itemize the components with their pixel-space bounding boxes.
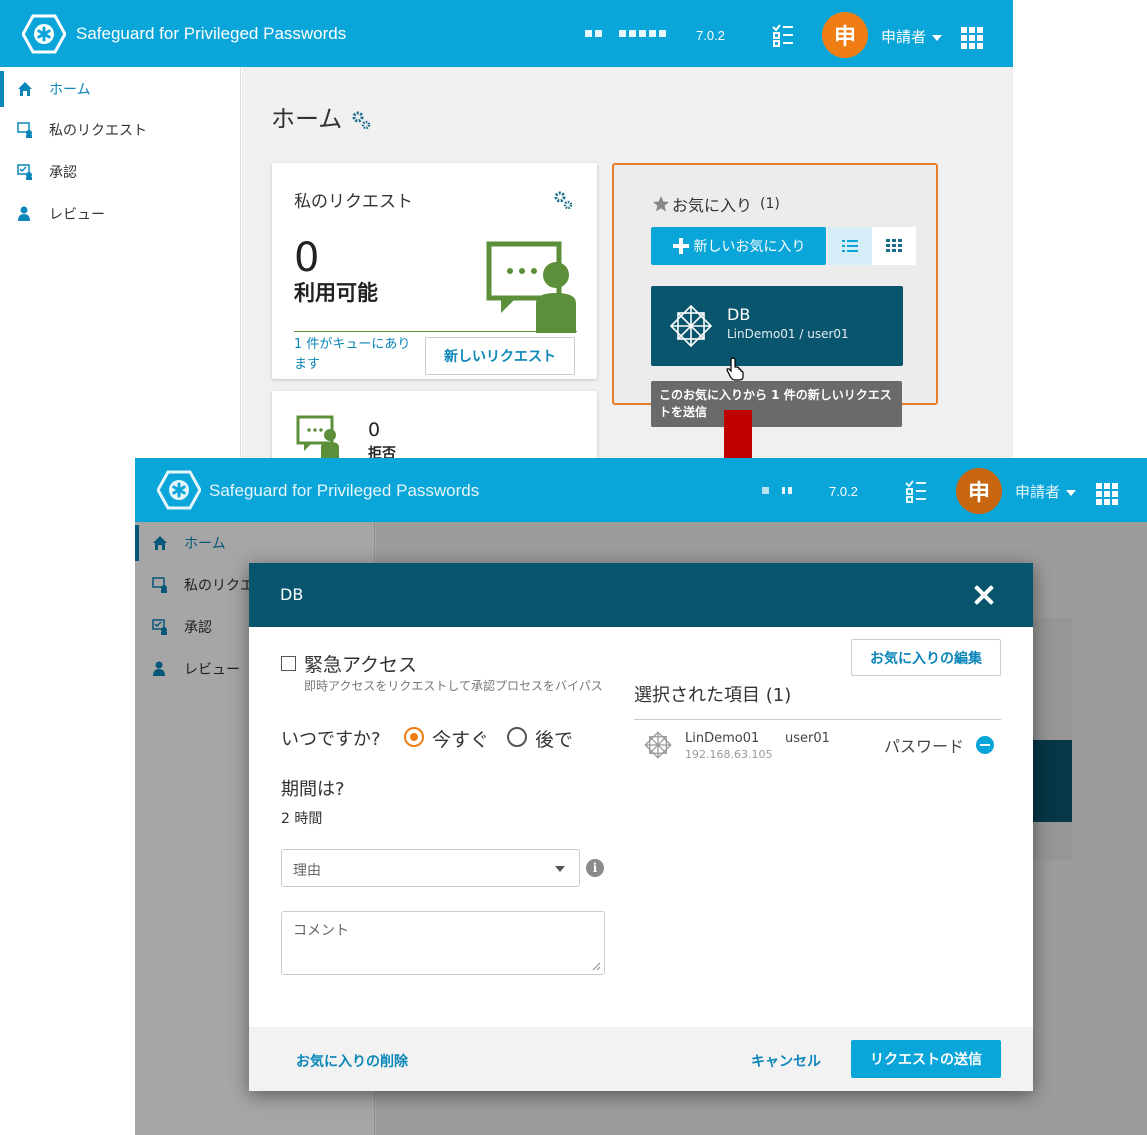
chevron-down-icon: [555, 866, 565, 872]
gear-icon[interactable]: [350, 109, 372, 131]
queue-status[interactable]: 1 件がキューにあります: [294, 335, 422, 375]
sidebar-item-label: 私のリクエスト: [49, 123, 147, 139]
blurred-text: [585, 30, 666, 37]
divider: [294, 331, 577, 332]
cancel-button[interactable]: キャンセル: [751, 1051, 821, 1071]
favorites-panel: お気に入り (1) 新しいお気に入り DB LinDemo01 / user01: [612, 163, 938, 405]
gear-icon[interactable]: [552, 189, 574, 211]
sidebar-item-label: 承認: [49, 165, 77, 181]
denied-illustration-icon: [296, 415, 339, 461]
now-radio[interactable]: [404, 727, 424, 747]
reason-placeholder: 理由: [293, 863, 321, 879]
my-requests-card: 私のリクエスト 0 利用可能 1 件がキューにあります 新しいリクエスト: [272, 163, 597, 379]
presenter-illustration-icon: [486, 241, 576, 333]
view-toggle: [828, 227, 916, 265]
sidebar-item-my-requests[interactable]: 私のリクエスト: [0, 112, 240, 148]
request-dialog: DB 緊急アクセス 即時アクセスをリクエストして承認プロセスをバイパス いつです…: [249, 563, 1033, 1091]
approvals-icon: [17, 164, 33, 180]
access-type: パスワード: [884, 737, 965, 756]
new-favorite-button[interactable]: 新しいお気に入り: [651, 227, 826, 265]
new-request-button[interactable]: 新しいリクエスト: [425, 337, 575, 375]
asset-icon: [669, 304, 713, 348]
top-bar: Safeguard for Privileged Passwords 7.0.2…: [135, 458, 1147, 522]
now-label: 今すぐ: [432, 729, 490, 751]
divider: [634, 719, 1001, 720]
app-title: Safeguard for Privileged Passwords: [76, 24, 347, 43]
caret-down-icon: [932, 34, 943, 41]
star-icon: [653, 196, 669, 212]
request-count: 0: [294, 235, 320, 281]
plus-icon: [672, 238, 689, 254]
front-window: Safeguard for Privileged Passwords 7.0.2…: [135, 458, 1147, 1135]
dialog-footer: お気に入りの削除 キャンセル リクエストの送信: [249, 1027, 1033, 1091]
delete-favorite-link[interactable]: お気に入りの削除: [296, 1051, 408, 1071]
user-avatar[interactable]: 申: [822, 12, 868, 58]
sidebar-item-label: ホーム: [49, 82, 91, 98]
reason-select[interactable]: 理由: [281, 849, 580, 887]
asset-icon: [644, 731, 672, 759]
dialog-header: DB: [249, 563, 1033, 627]
task-list-icon[interactable]: [905, 479, 927, 507]
comment-placeholder: コメント: [293, 923, 349, 939]
blurred-text: [762, 487, 792, 494]
user-name: 申請者: [881, 28, 927, 46]
info-icon[interactable]: i: [586, 859, 604, 877]
list-view-icon[interactable]: [828, 227, 872, 265]
my-requests-icon: [17, 122, 33, 138]
dialog-title: DB: [280, 585, 304, 604]
apps-grid-icon[interactable]: [1096, 483, 1118, 505]
duration-value[interactable]: 2 時間: [281, 808, 322, 828]
version-label: 7.0.2: [696, 28, 725, 43]
safeguard-logo-icon: [22, 14, 66, 54]
user-menu[interactable]: 申請者: [1015, 481, 1077, 502]
review-icon: [17, 206, 33, 222]
user-avatar[interactable]: 申: [956, 468, 1002, 514]
when-label: いつですか?: [281, 729, 381, 750]
home-icon: [17, 81, 33, 97]
comment-textarea[interactable]: コメント: [281, 911, 605, 975]
card-title: 私のリクエスト: [294, 192, 413, 212]
remove-item-icon[interactable]: [976, 736, 994, 754]
app-title: Safeguard for Privileged Passwords: [209, 481, 480, 500]
favorites-title: お気に入り (1): [652, 192, 780, 216]
user-menu[interactable]: 申請者: [881, 26, 943, 47]
favorite-account: LinDemo01 / user01: [727, 327, 849, 341]
sidebar-item-approvals[interactable]: 承認: [0, 154, 240, 190]
selected-items-label: 選択された項目 (1): [634, 685, 792, 706]
favorite-tile-db[interactable]: DB LinDemo01 / user01: [651, 286, 903, 366]
emergency-access-label: 緊急アクセス: [304, 654, 418, 676]
caret-down-icon: [1066, 489, 1077, 496]
mouse-pointer-icon: [726, 357, 744, 381]
emergency-access-checkbox[interactable]: [281, 656, 296, 671]
request-status: 利用可能: [294, 281, 378, 305]
denied-count: 0: [368, 419, 381, 441]
task-list-icon[interactable]: [772, 23, 794, 51]
emergency-access-hint: 即時アクセスをリクエストして承認プロセスをバイパス: [304, 679, 603, 693]
user-name: 申請者: [1015, 483, 1061, 501]
favorite-tooltip: このお気に入りから 1 件の新しいリクエストを送信: [651, 381, 902, 427]
safeguard-logo-icon: [157, 470, 201, 510]
resize-handle-icon[interactable]: [592, 962, 600, 970]
apps-grid-icon[interactable]: [961, 27, 983, 49]
submit-request-button[interactable]: リクエストの送信: [851, 1040, 1001, 1078]
close-icon[interactable]: [973, 584, 995, 606]
version-label: 7.0.2: [829, 484, 858, 499]
sidebar-item-review[interactable]: レビュー: [0, 196, 240, 232]
page-title: ホーム: [271, 99, 372, 134]
duration-label: 期間は?: [281, 779, 345, 800]
later-label: 後で: [535, 729, 574, 751]
account-name: user01: [785, 731, 830, 746]
asset-name: LinDemo01: [685, 731, 760, 746]
top-bar: Safeguard for Privileged Passwords 7.0.2…: [0, 0, 1013, 67]
later-radio[interactable]: [507, 727, 527, 747]
sidebar-item-label: レビュー: [49, 207, 105, 223]
favorite-name: DB: [727, 305, 751, 324]
asset-ip: 192.168.63.105: [685, 748, 773, 761]
grid-view-icon[interactable]: [872, 227, 916, 265]
sidebar-item-home[interactable]: ホーム: [0, 71, 240, 107]
edit-favorite-button[interactable]: お気に入りの編集: [851, 639, 1001, 676]
